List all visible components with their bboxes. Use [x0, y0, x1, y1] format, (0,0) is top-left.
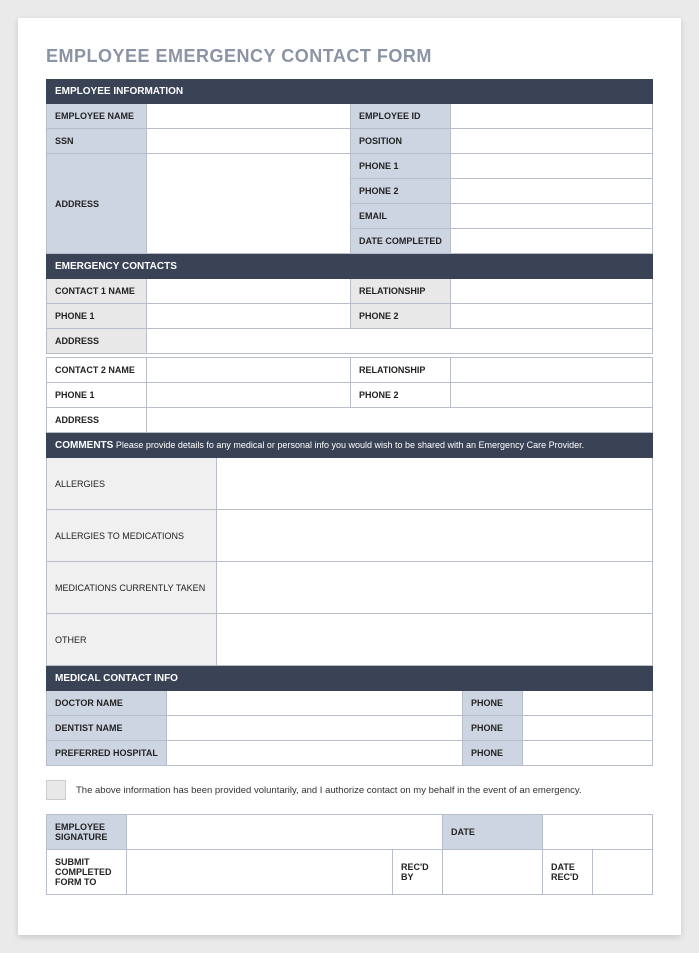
input-allergies[interactable]: [217, 458, 653, 510]
input-doctor[interactable]: [167, 691, 463, 716]
employee-info-table: EMPLOYEE INFORMATION EMPLOYEE NAME EMPLO…: [46, 79, 653, 254]
label-contact2-relationship: RELATIONSHIP: [351, 358, 451, 383]
input-employee-id[interactable]: [451, 104, 653, 129]
input-address[interactable]: [147, 154, 351, 254]
input-contact2-address[interactable]: [147, 408, 653, 433]
form-title: EMPLOYEE EMERGENCY CONTACT FORM: [46, 46, 653, 67]
input-email[interactable]: [451, 204, 653, 229]
label-position: POSITION: [351, 129, 451, 154]
label-hospital-phone: PHONE: [462, 741, 522, 766]
input-contact1-phone1[interactable]: [147, 304, 351, 329]
label-dentist: DENTIST NAME: [47, 716, 167, 741]
label-submit-to: SUBMIT COMPLETED FORM TO: [47, 850, 127, 895]
input-phone1[interactable]: [451, 154, 653, 179]
input-date-completed[interactable]: [451, 229, 653, 254]
label-recd-by: REC'D BY: [393, 850, 443, 895]
label-contact2-phone2: PHONE 2: [351, 383, 451, 408]
input-contact1-phone2[interactable]: [451, 304, 653, 329]
section-header-label: MEDICAL CONTACT INFO: [47, 667, 653, 691]
label-contact1-phone2: PHONE 2: [351, 304, 451, 329]
label-doctor: DOCTOR NAME: [47, 691, 167, 716]
input-contact1-address[interactable]: [147, 329, 653, 354]
label-contact1-name: CONTACT 1 NAME: [47, 279, 147, 304]
input-contact1-name[interactable]: [147, 279, 351, 304]
input-contact1-relationship[interactable]: [451, 279, 653, 304]
input-contact2-name[interactable]: [147, 358, 351, 383]
input-other[interactable]: [217, 614, 653, 666]
medical-contact-table: MEDICAL CONTACT INFO DOCTOR NAME PHONE D…: [46, 666, 653, 766]
input-meds-taken[interactable]: [217, 562, 653, 614]
section-header-label: COMMENTS Please provide details fo any m…: [47, 434, 653, 458]
label-phone1: PHONE 1: [351, 154, 451, 179]
label-contact1-address: ADDRESS: [47, 329, 147, 354]
label-address: ADDRESS: [47, 154, 147, 254]
label-emp-signature: EMPLOYEE SIGNATURE: [47, 815, 127, 850]
comments-header-bold: COMMENTS: [55, 440, 113, 451]
input-hospital-phone[interactable]: [522, 741, 652, 766]
label-contact1-relationship: RELATIONSHIP: [351, 279, 451, 304]
input-date-recd[interactable]: [593, 850, 653, 895]
input-submit-to[interactable]: [127, 850, 393, 895]
input-hospital[interactable]: [167, 741, 463, 766]
label-sig-date: DATE: [443, 815, 543, 850]
input-ssn[interactable]: [147, 129, 351, 154]
input-dentist-phone[interactable]: [522, 716, 652, 741]
label-contact1-phone1: PHONE 1: [47, 304, 147, 329]
label-meds-taken: MEDICATIONS CURRENTLY TAKEN: [47, 562, 217, 614]
section-header-label: EMERGENCY CONTACTS: [47, 255, 653, 279]
input-phone2[interactable]: [451, 179, 653, 204]
label-allergies-med: ALLERGIES TO MEDICATIONS: [47, 510, 217, 562]
label-date-recd: DATE REC'D: [543, 850, 593, 895]
emergency-contacts-table: EMERGENCY CONTACTS CONTACT 1 NAME RELATI…: [46, 254, 653, 433]
signature-table: EMPLOYEE SIGNATURE DATE SUBMIT COMPLETED…: [46, 814, 653, 895]
input-position[interactable]: [451, 129, 653, 154]
label-other: OTHER: [47, 614, 217, 666]
label-ssn: SSN: [47, 129, 147, 154]
form-page: EMPLOYEE EMERGENCY CONTACT FORM EMPLOYEE…: [18, 18, 681, 935]
label-employee-name: EMPLOYEE NAME: [47, 104, 147, 129]
comments-table: COMMENTS Please provide details fo any m…: [46, 433, 653, 666]
input-contact2-relationship[interactable]: [451, 358, 653, 383]
input-employee-name[interactable]: [147, 104, 351, 129]
input-contact2-phone1[interactable]: [147, 383, 351, 408]
section-header-employee: EMPLOYEE INFORMATION: [47, 80, 653, 104]
authorization-checkbox[interactable]: [46, 780, 66, 800]
input-emp-signature[interactable]: [127, 815, 443, 850]
label-doctor-phone: PHONE: [462, 691, 522, 716]
label-employee-id: EMPLOYEE ID: [351, 104, 451, 129]
input-recd-by[interactable]: [443, 850, 543, 895]
label-hospital: PREFERRED HOSPITAL: [47, 741, 167, 766]
label-dentist-phone: PHONE: [462, 716, 522, 741]
label-contact2-name: CONTACT 2 NAME: [47, 358, 147, 383]
authorization-row: The above information has been provided …: [46, 780, 653, 800]
input-contact2-phone2[interactable]: [451, 383, 653, 408]
section-header-comments: COMMENTS Please provide details fo any m…: [47, 434, 653, 458]
section-header-emergency: EMERGENCY CONTACTS: [47, 255, 653, 279]
input-allergies-med[interactable]: [217, 510, 653, 562]
input-sig-date[interactable]: [543, 815, 653, 850]
comments-header-text: Please provide details fo any medical or…: [113, 440, 584, 450]
label-contact2-address: ADDRESS: [47, 408, 147, 433]
section-header-label: EMPLOYEE INFORMATION: [47, 80, 653, 104]
label-email: EMAIL: [351, 204, 451, 229]
authorization-text: The above information has been provided …: [76, 785, 582, 796]
input-doctor-phone[interactable]: [522, 691, 652, 716]
label-allergies: ALLERGIES: [47, 458, 217, 510]
label-phone2: PHONE 2: [351, 179, 451, 204]
input-dentist[interactable]: [167, 716, 463, 741]
label-contact2-phone1: PHONE 1: [47, 383, 147, 408]
section-header-medical: MEDICAL CONTACT INFO: [47, 667, 653, 691]
label-date-completed: DATE COMPLETED: [351, 229, 451, 254]
